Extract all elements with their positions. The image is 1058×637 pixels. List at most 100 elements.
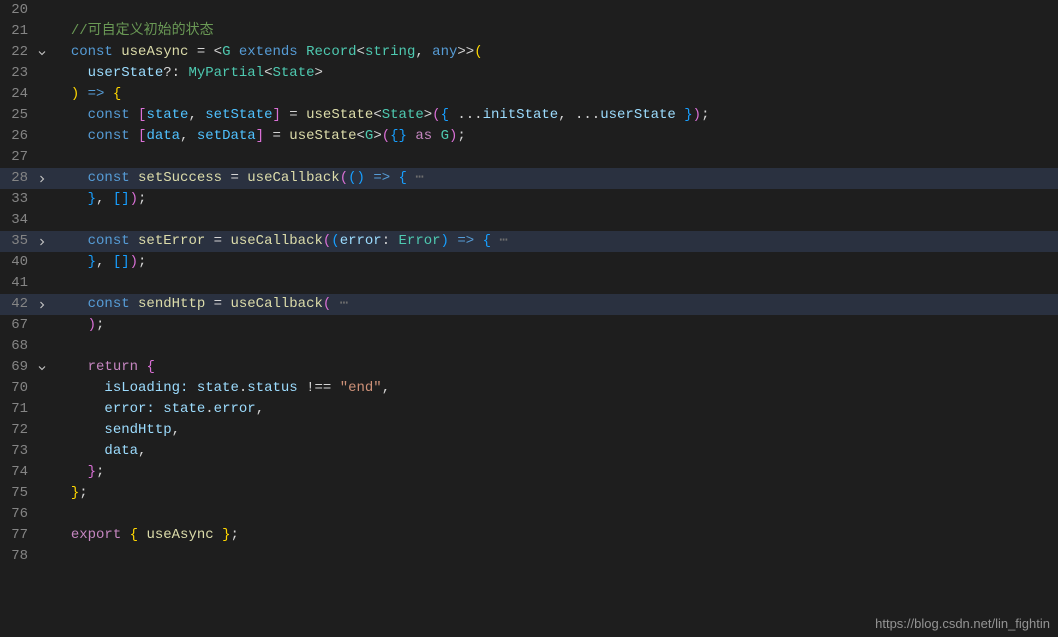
code-line[interactable]: 22 const useAsync = <G extends Record<st… bbox=[0, 42, 1058, 63]
fold-gutter bbox=[34, 84, 50, 105]
code-content[interactable] bbox=[50, 336, 1058, 357]
code-line[interactable]: 42 const sendHttp = useCallback( ⋯ bbox=[0, 294, 1058, 315]
code-line[interactable]: 26 const [data, setData] = useState<G>({… bbox=[0, 126, 1058, 147]
line-number: 40 bbox=[0, 252, 34, 273]
token: const bbox=[88, 107, 130, 123]
code-line[interactable]: 69 return { bbox=[0, 357, 1058, 378]
code-content[interactable]: }, []); bbox=[50, 189, 1058, 210]
code-line[interactable]: 75 }; bbox=[0, 483, 1058, 504]
token: initState bbox=[483, 107, 559, 123]
fold-gutter bbox=[34, 378, 50, 399]
code-content[interactable]: const setSuccess = useCallback(() => { ⋯ bbox=[50, 168, 1058, 189]
code-content[interactable]: isLoading: state.status !== "end", bbox=[50, 378, 1058, 399]
token: ⋯ bbox=[331, 296, 348, 312]
code-content[interactable]: error: state.error, bbox=[50, 399, 1058, 420]
code-line[interactable]: 21 //可自定义初始的状态 bbox=[0, 21, 1058, 42]
code-line[interactable]: 41 bbox=[0, 273, 1058, 294]
line-number: 73 bbox=[0, 441, 34, 462]
code-content[interactable] bbox=[50, 147, 1058, 168]
code-content[interactable]: }; bbox=[50, 462, 1058, 483]
fold-expanded-icon[interactable] bbox=[34, 357, 50, 378]
code-line[interactable]: 35 const setError = useCallback((error: … bbox=[0, 231, 1058, 252]
code-content[interactable]: const setError = useCallback((error: Err… bbox=[50, 231, 1058, 252]
fold-collapsed-icon[interactable] bbox=[34, 168, 50, 189]
line-number: 72 bbox=[0, 420, 34, 441]
token: ) bbox=[693, 107, 701, 123]
code-line[interactable]: 78 bbox=[0, 546, 1058, 567]
token: ⋯ bbox=[407, 170, 424, 186]
code-line[interactable]: 71 error: state.error, bbox=[0, 399, 1058, 420]
token: } bbox=[71, 485, 79, 501]
code-line[interactable]: 67 ); bbox=[0, 315, 1058, 336]
token: Record bbox=[306, 44, 356, 60]
code-content[interactable]: userState?: MyPartial<State> bbox=[50, 63, 1058, 84]
code-line[interactable]: 24 ) => { bbox=[0, 84, 1058, 105]
fold-gutter bbox=[34, 126, 50, 147]
fold-collapsed-icon[interactable] bbox=[34, 294, 50, 315]
code-line[interactable]: 76 bbox=[0, 504, 1058, 525]
code-line[interactable]: 70 isLoading: state.status !== "end", bbox=[0, 378, 1058, 399]
token: error bbox=[214, 401, 256, 417]
token: = bbox=[188, 44, 213, 60]
fold-gutter bbox=[34, 462, 50, 483]
token: as bbox=[415, 128, 432, 144]
code-content[interactable] bbox=[50, 504, 1058, 525]
token: = bbox=[264, 128, 289, 144]
token: ; bbox=[138, 191, 146, 207]
code-content[interactable]: sendHttp, bbox=[50, 420, 1058, 441]
code-content[interactable] bbox=[50, 273, 1058, 294]
token: setSuccess bbox=[138, 170, 222, 186]
code-content[interactable]: }; bbox=[50, 483, 1058, 504]
line-number: 23 bbox=[0, 63, 34, 84]
code-content[interactable]: ); bbox=[50, 315, 1058, 336]
code-line[interactable]: 34 bbox=[0, 210, 1058, 231]
token bbox=[104, 86, 112, 102]
code-content[interactable]: //可自定义初始的状态 bbox=[50, 21, 1058, 42]
fold-gutter bbox=[34, 63, 50, 84]
token: > bbox=[373, 128, 381, 144]
code-content[interactable]: }, []); bbox=[50, 252, 1058, 273]
code-content[interactable]: const [state, setState] = useState<State… bbox=[50, 105, 1058, 126]
code-content[interactable]: data, bbox=[50, 441, 1058, 462]
code-line[interactable]: 72 sendHttp, bbox=[0, 420, 1058, 441]
code-line[interactable]: 20 bbox=[0, 0, 1058, 21]
code-line[interactable]: 77 export { useAsync }; bbox=[0, 525, 1058, 546]
code-line[interactable]: 68 bbox=[0, 336, 1058, 357]
code-content[interactable] bbox=[50, 210, 1058, 231]
code-content[interactable] bbox=[50, 546, 1058, 567]
token bbox=[54, 107, 88, 123]
token: ) bbox=[88, 317, 96, 333]
token bbox=[676, 107, 684, 123]
code-line[interactable]: 74 }; bbox=[0, 462, 1058, 483]
token: export bbox=[71, 527, 121, 543]
token: !== bbox=[298, 380, 340, 396]
fold-gutter bbox=[34, 210, 50, 231]
code-line[interactable]: 28 const setSuccess = useCallback(() => … bbox=[0, 168, 1058, 189]
fold-collapsed-icon[interactable] bbox=[34, 231, 50, 252]
code-line[interactable]: 33 }, []); bbox=[0, 189, 1058, 210]
code-content[interactable]: const [data, setData] = useState<G>({} a… bbox=[50, 126, 1058, 147]
token bbox=[130, 107, 138, 123]
token bbox=[54, 233, 88, 249]
token bbox=[54, 527, 71, 543]
code-line[interactable]: 23 userState?: MyPartial<State> bbox=[0, 63, 1058, 84]
line-number: 71 bbox=[0, 399, 34, 420]
token bbox=[298, 44, 306, 60]
code-line[interactable]: 40 }, []); bbox=[0, 252, 1058, 273]
fold-expanded-icon[interactable] bbox=[34, 42, 50, 63]
code-content[interactable]: return { bbox=[50, 357, 1058, 378]
code-content[interactable] bbox=[50, 0, 1058, 21]
token bbox=[54, 254, 88, 270]
code-content[interactable]: ) => { bbox=[50, 84, 1058, 105]
code-line[interactable]: 73 data, bbox=[0, 441, 1058, 462]
token: useState bbox=[289, 128, 356, 144]
token: setData bbox=[197, 128, 256, 144]
token: state bbox=[163, 401, 205, 417]
code-content[interactable]: const sendHttp = useCallback( ⋯ bbox=[50, 294, 1058, 315]
code-content[interactable]: const useAsync = <G extends Record<strin… bbox=[50, 42, 1058, 63]
code-line[interactable]: 25 const [state, setState] = useState<St… bbox=[0, 105, 1058, 126]
token: userState bbox=[88, 65, 164, 81]
code-line[interactable]: 27 bbox=[0, 147, 1058, 168]
code-editor[interactable]: 2021 //可自定义初始的状态22 const useAsync = <G e… bbox=[0, 0, 1058, 637]
code-content[interactable]: export { useAsync }; bbox=[50, 525, 1058, 546]
